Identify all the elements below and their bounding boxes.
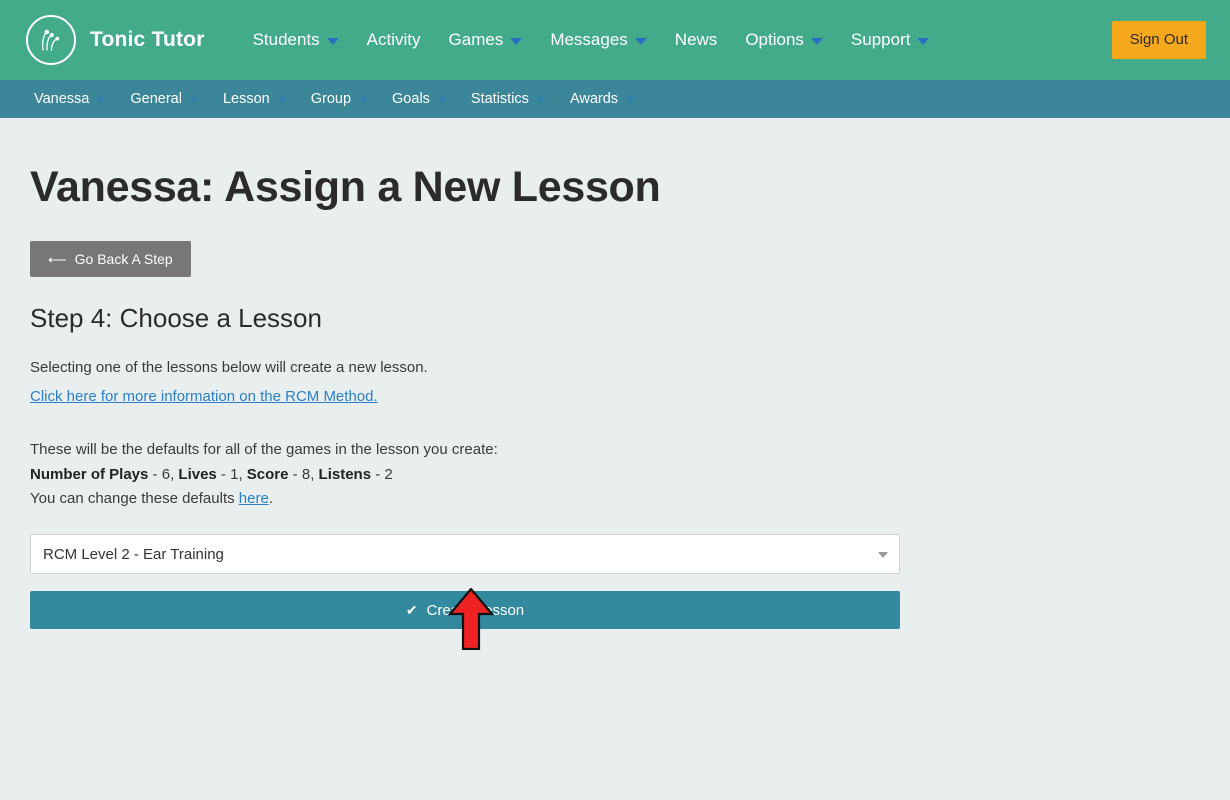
- nav-item-news[interactable]: News: [661, 0, 732, 80]
- check-icon: ✔: [405, 602, 418, 619]
- subnav-item-vanessa[interactable]: Vanessa: [22, 80, 118, 118]
- change-defaults-prefix: You can change these defaults: [30, 490, 239, 508]
- default-value-plays: 6: [161, 465, 171, 483]
- chevron-down-icon: [96, 97, 107, 103]
- nav-label: Students: [252, 30, 320, 49]
- subnav-label: Lesson: [222, 91, 270, 107]
- page-title: Vanessa: Assign a New Lesson: [30, 163, 661, 211]
- sign-out-button[interactable]: Sign Out: [1111, 21, 1206, 59]
- nav-label: Activity: [366, 30, 421, 49]
- lesson-select-wrapper: RCM Level 2 - Ear Training: [30, 534, 900, 575]
- lesson-select[interactable]: RCM Level 2 - Ear Training: [30, 534, 900, 575]
- subnav-label: General: [130, 91, 182, 107]
- top-header-bar: Tonic Tutor Students Activity Games Mess…: [0, 0, 1230, 80]
- brand-logo-link[interactable]: Tonic Tutor: [26, 15, 205, 65]
- secondary-navigation-bar: Vanessa General Lesson Group Goals Stati…: [0, 80, 1230, 118]
- nav-item-students[interactable]: Students: [239, 0, 353, 80]
- subnav-label: Goals: [392, 91, 430, 107]
- change-defaults-row: You can change these defaults here.: [30, 487, 1200, 512]
- intro-text: Selecting one of the lessons below will …: [30, 359, 428, 377]
- chevron-down-icon: [510, 37, 523, 45]
- main-content: Vanessa: Assign a New Lesson ⟵ Go Back A…: [0, 118, 1230, 630]
- change-defaults-link[interactable]: here: [239, 490, 269, 507]
- default-name-score: Score: [246, 465, 289, 483]
- default-name-listens: Listens: [318, 465, 372, 483]
- nav-item-messages[interactable]: Messages: [536, 0, 660, 80]
- step-heading: Step 4: Choose a Lesson: [30, 303, 322, 334]
- chevron-down-icon: [436, 97, 447, 103]
- chevron-down-icon: [358, 97, 369, 103]
- subnav-item-general[interactable]: General: [118, 80, 211, 118]
- defaults-intro: These will be the defaults for all of th…: [30, 440, 498, 458]
- chevron-down-icon: [276, 97, 287, 103]
- nav-label: Options: [745, 30, 804, 49]
- nav-label: Support: [850, 30, 911, 49]
- tonic-tutor-circle-logo-icon: [26, 15, 76, 65]
- chevron-down-icon: [634, 37, 647, 45]
- create-lesson-button[interactable]: ✔ Create Lesson: [30, 591, 900, 630]
- subnav-item-statistics[interactable]: Statistics: [459, 80, 558, 118]
- go-back-a-step-button[interactable]: ⟵ Go Back A Step: [30, 241, 191, 278]
- nav-label: Messages: [550, 30, 628, 49]
- nav-label: Games: [448, 30, 504, 49]
- brand-name: Tonic Tutor: [90, 28, 205, 51]
- subnav-label: Statistics: [470, 91, 529, 107]
- chevron-down-icon: [625, 97, 636, 103]
- chevron-down-icon: [810, 37, 823, 45]
- chevron-down-icon: [535, 97, 546, 103]
- default-name-plays: Number of Plays: [30, 465, 149, 483]
- nav-item-games[interactable]: Games: [435, 0, 537, 80]
- subnav-item-awards[interactable]: Awards: [558, 80, 647, 118]
- defaults-values-row: Number of Plays - 6, Lives - 1, Score - …: [30, 465, 393, 483]
- arrow-left-icon: ⟵: [48, 251, 67, 267]
- subnav-item-lesson[interactable]: Lesson: [211, 80, 299, 118]
- subnav-label: Awards: [569, 91, 619, 107]
- nav-item-options[interactable]: Options: [731, 0, 837, 80]
- main-navigation: Students Activity Games Messages News Op…: [239, 0, 944, 80]
- rcm-method-link[interactable]: Click here for more information on the R…: [30, 388, 378, 405]
- default-value-listens: 2: [384, 465, 393, 483]
- nav-label: News: [674, 30, 718, 49]
- go-back-label: Go Back A Step: [74, 251, 173, 268]
- lesson-select-value: RCM Level 2 - Ear Training: [43, 545, 224, 563]
- chevron-down-icon: [188, 97, 199, 103]
- nav-item-support[interactable]: Support: [837, 0, 944, 80]
- nav-item-activity[interactable]: Activity: [353, 0, 435, 80]
- subnav-label: Group: [310, 91, 352, 107]
- subnav-item-group[interactable]: Group: [299, 80, 380, 118]
- defaults-block: These will be the defaults for all of th…: [30, 438, 1200, 512]
- default-name-lives: Lives: [178, 465, 217, 483]
- subnav-label: Vanessa: [34, 91, 90, 107]
- create-lesson-label: Create Lesson: [426, 601, 525, 619]
- change-defaults-suffix: .: [268, 490, 273, 508]
- chevron-down-icon: [326, 37, 339, 45]
- chevron-down-icon: [917, 37, 930, 45]
- default-value-score: 8: [301, 465, 311, 483]
- rcm-method-link-row: Click here for more information on the R…: [30, 385, 1200, 408]
- subnav-item-goals[interactable]: Goals: [380, 80, 459, 118]
